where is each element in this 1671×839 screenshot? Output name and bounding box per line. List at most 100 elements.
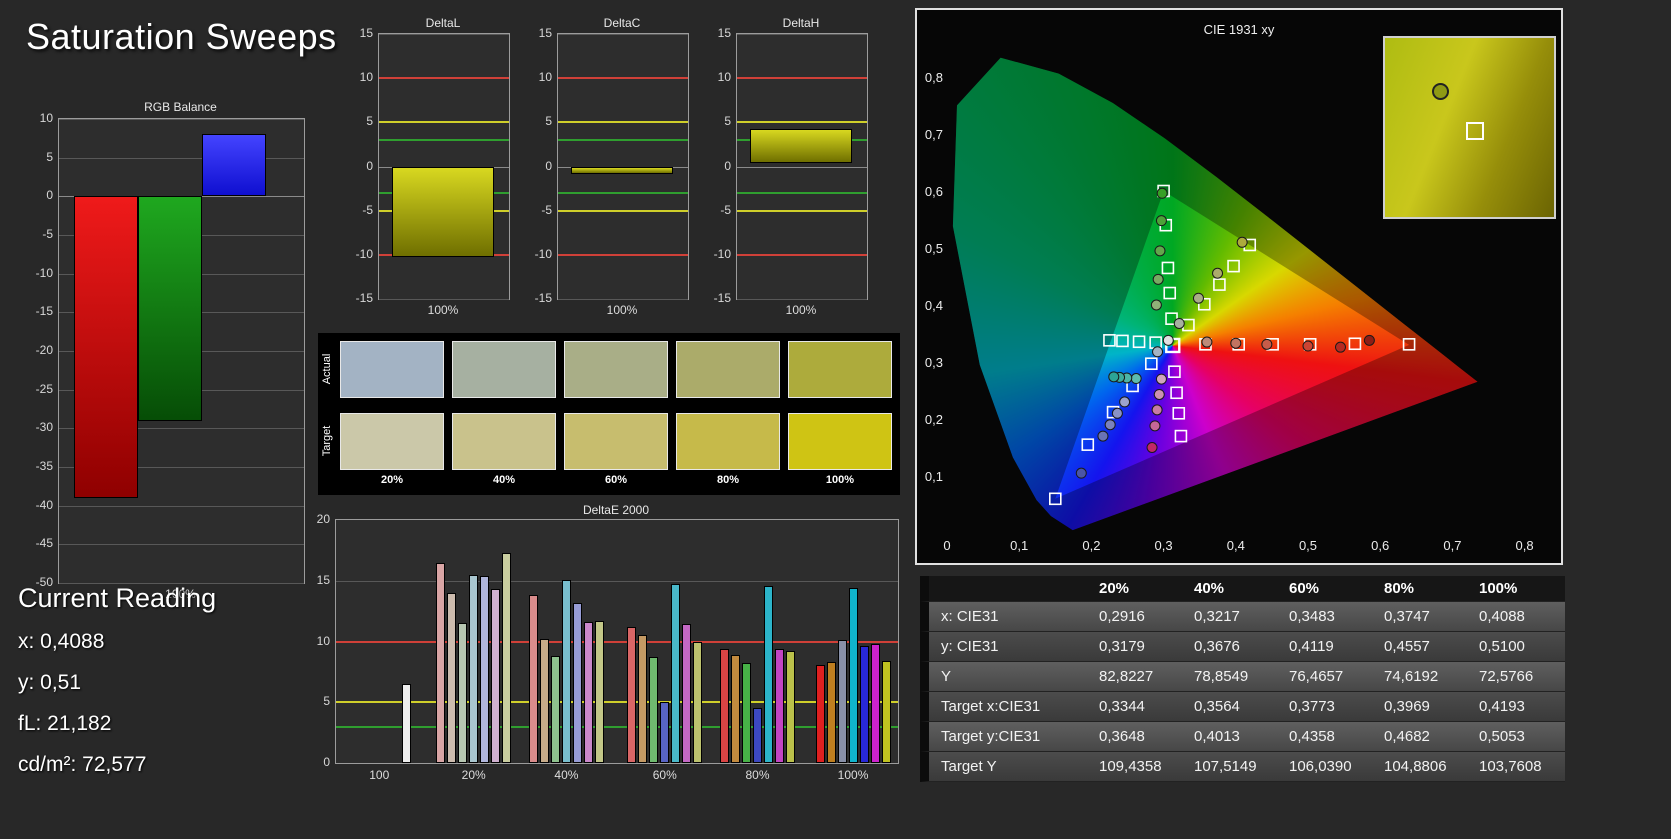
delta-ytick-label: 0 bbox=[545, 158, 552, 173]
swatch-target bbox=[340, 413, 444, 470]
current-reading-values: x: 0,4088 y: 0,51 fL: 21,182 cd/m²: 72,577 bbox=[18, 630, 216, 777]
current-reading-value: x: 0,4088 bbox=[18, 630, 105, 653]
deltae-bar bbox=[815, 664, 825, 763]
cie-target-square bbox=[1227, 259, 1240, 273]
table-value-cell: 0,4088 bbox=[1479, 608, 1525, 625]
cie-xtick-label: 0 bbox=[943, 538, 950, 553]
cie-measured-point bbox=[1075, 467, 1087, 479]
rgb-ytick-label: -5 bbox=[42, 227, 53, 241]
cie-ytick-label: 0,7 bbox=[925, 127, 943, 142]
deltae-bar bbox=[720, 648, 729, 763]
cie-measured-point bbox=[1151, 404, 1163, 416]
cie-measured-point bbox=[1154, 245, 1166, 257]
swatch-target bbox=[564, 413, 668, 470]
inset-target-point bbox=[1466, 122, 1485, 141]
deltae-bar bbox=[649, 657, 659, 763]
cie-measured-point bbox=[1261, 338, 1273, 350]
swatch-actual bbox=[676, 341, 780, 398]
cie-title: CIE 1931 xy bbox=[1203, 22, 1275, 37]
table-value-cell: 74,6192 bbox=[1384, 668, 1439, 685]
deltae-xlabel: 40% bbox=[554, 768, 579, 782]
deltae-xlabel: 100 bbox=[369, 768, 390, 782]
delta-refline bbox=[558, 139, 688, 141]
deltae-ytick-label: 0 bbox=[323, 755, 330, 769]
deltae-xlabel: 100% bbox=[837, 768, 869, 782]
deltae-bar bbox=[870, 643, 880, 763]
deltae-bar bbox=[491, 589, 501, 763]
delta-ytick-label: 15 bbox=[538, 26, 552, 40]
table-header-cell: 60% bbox=[1289, 580, 1320, 597]
delta-ytick-label: 10 bbox=[359, 70, 373, 85]
swatch-row-label: Actual bbox=[321, 353, 333, 385]
swatch-actual bbox=[564, 341, 668, 398]
table-value-cell: 76,4657 bbox=[1289, 668, 1344, 685]
table-value-cell: 107,5149 bbox=[1194, 758, 1257, 775]
cie-measured-point bbox=[1302, 340, 1314, 352]
cie-target-square bbox=[1168, 365, 1181, 378]
deltae-refline bbox=[336, 640, 898, 643]
delta-ytick-label: 15 bbox=[359, 26, 373, 40]
deltae-bar bbox=[480, 575, 490, 763]
delta-gridline bbox=[737, 299, 867, 300]
delta-chart-title: DeltaL bbox=[425, 16, 461, 30]
cie-measured-point bbox=[1334, 341, 1346, 353]
delta-ytick-label: -5 bbox=[541, 202, 552, 217]
deltae-bar bbox=[731, 654, 740, 763]
delta-chart-deltah: DeltaH 15 10 5 0 -5 -10 -15 100% bbox=[703, 16, 868, 317]
table-value-cell: 0,2916 bbox=[1099, 608, 1145, 625]
rgb-balance-chart: RGB Balance 10 5 0 -5 -10 -15 -20 -25 -30 -35 -40 -… bbox=[30, 100, 320, 601]
cie-zoom-inset bbox=[1383, 36, 1556, 219]
table-header-cell: 40% bbox=[1194, 580, 1225, 597]
current-reading-value: y: 0,51 bbox=[18, 671, 82, 694]
deltae-bar bbox=[638, 635, 648, 763]
table-value-cell: 0,3217 bbox=[1194, 608, 1240, 625]
cie-ytick-label: 0,1 bbox=[925, 469, 943, 484]
table-value-cell: 82,8227 bbox=[1099, 668, 1154, 685]
deltae-bar bbox=[572, 602, 582, 763]
cie-xtick-label: 0,2 bbox=[1082, 538, 1100, 553]
cie-target-square bbox=[1170, 386, 1183, 400]
table-value-cell: 0,3747 bbox=[1384, 608, 1430, 625]
deltae-refline bbox=[336, 725, 898, 728]
deltae-bar bbox=[786, 651, 795, 763]
rgb-ytick-label: -10 bbox=[35, 265, 53, 280]
rgb-bar-red bbox=[74, 196, 138, 498]
table-value-cell: 0,4682 bbox=[1384, 728, 1430, 745]
table-row-label: Y bbox=[941, 668, 952, 685]
delta-refline bbox=[737, 253, 867, 256]
deltae-bar bbox=[528, 595, 538, 763]
delta-ytick-label: -15 bbox=[355, 291, 373, 305]
cie-target-square bbox=[1348, 337, 1362, 351]
deltae-bar bbox=[401, 684, 411, 763]
deltae-title: DeltaE 2000 bbox=[582, 503, 650, 517]
rgb-ytick-label: 5 bbox=[46, 149, 53, 164]
table-value-cell: 0,4119 bbox=[1289, 638, 1334, 655]
cie-xtick-label: 0,4 bbox=[1227, 538, 1245, 553]
cie-ytick-label: 0,2 bbox=[925, 412, 943, 427]
rgb-gridline bbox=[59, 505, 304, 507]
deltae-plot: 0 5 10 15 20 100 20% 40% 60% 80% 100% bbox=[317, 512, 899, 782]
table-row-label: x: CIE31 bbox=[941, 608, 999, 625]
table-value-cell: 78,8549 bbox=[1194, 668, 1249, 685]
rgb-ytick-label: -40 bbox=[35, 497, 53, 512]
cie-measured-point bbox=[1152, 273, 1164, 285]
table-value-cell: 0,4013 bbox=[1194, 728, 1240, 745]
rgb-bar-blue bbox=[202, 134, 266, 197]
table-value-cell: 103,7608 bbox=[1479, 758, 1542, 775]
cie-ytick-label: 0,4 bbox=[925, 298, 943, 313]
table-value-cell: 104,8806 bbox=[1384, 758, 1447, 775]
swatch-col-label: 60% bbox=[604, 474, 628, 486]
delta-chart-xlabel: 100% bbox=[427, 303, 459, 317]
rgb-ytick-label: -25 bbox=[35, 381, 53, 396]
inset-measured-point bbox=[1432, 82, 1450, 100]
table-header-cell: 20% bbox=[1099, 580, 1130, 597]
table-header-cell: 80% bbox=[1384, 580, 1415, 597]
swatch-actual bbox=[340, 341, 444, 398]
table-value-cell: 0,4193 bbox=[1479, 698, 1525, 715]
delta-ytick-label: 0 bbox=[366, 158, 373, 173]
rgb-bar-green bbox=[138, 196, 202, 421]
cie-measured-point bbox=[1363, 334, 1375, 346]
deltae-bar bbox=[682, 624, 692, 763]
delta-bar bbox=[750, 128, 852, 163]
deltae-bar bbox=[826, 662, 836, 763]
